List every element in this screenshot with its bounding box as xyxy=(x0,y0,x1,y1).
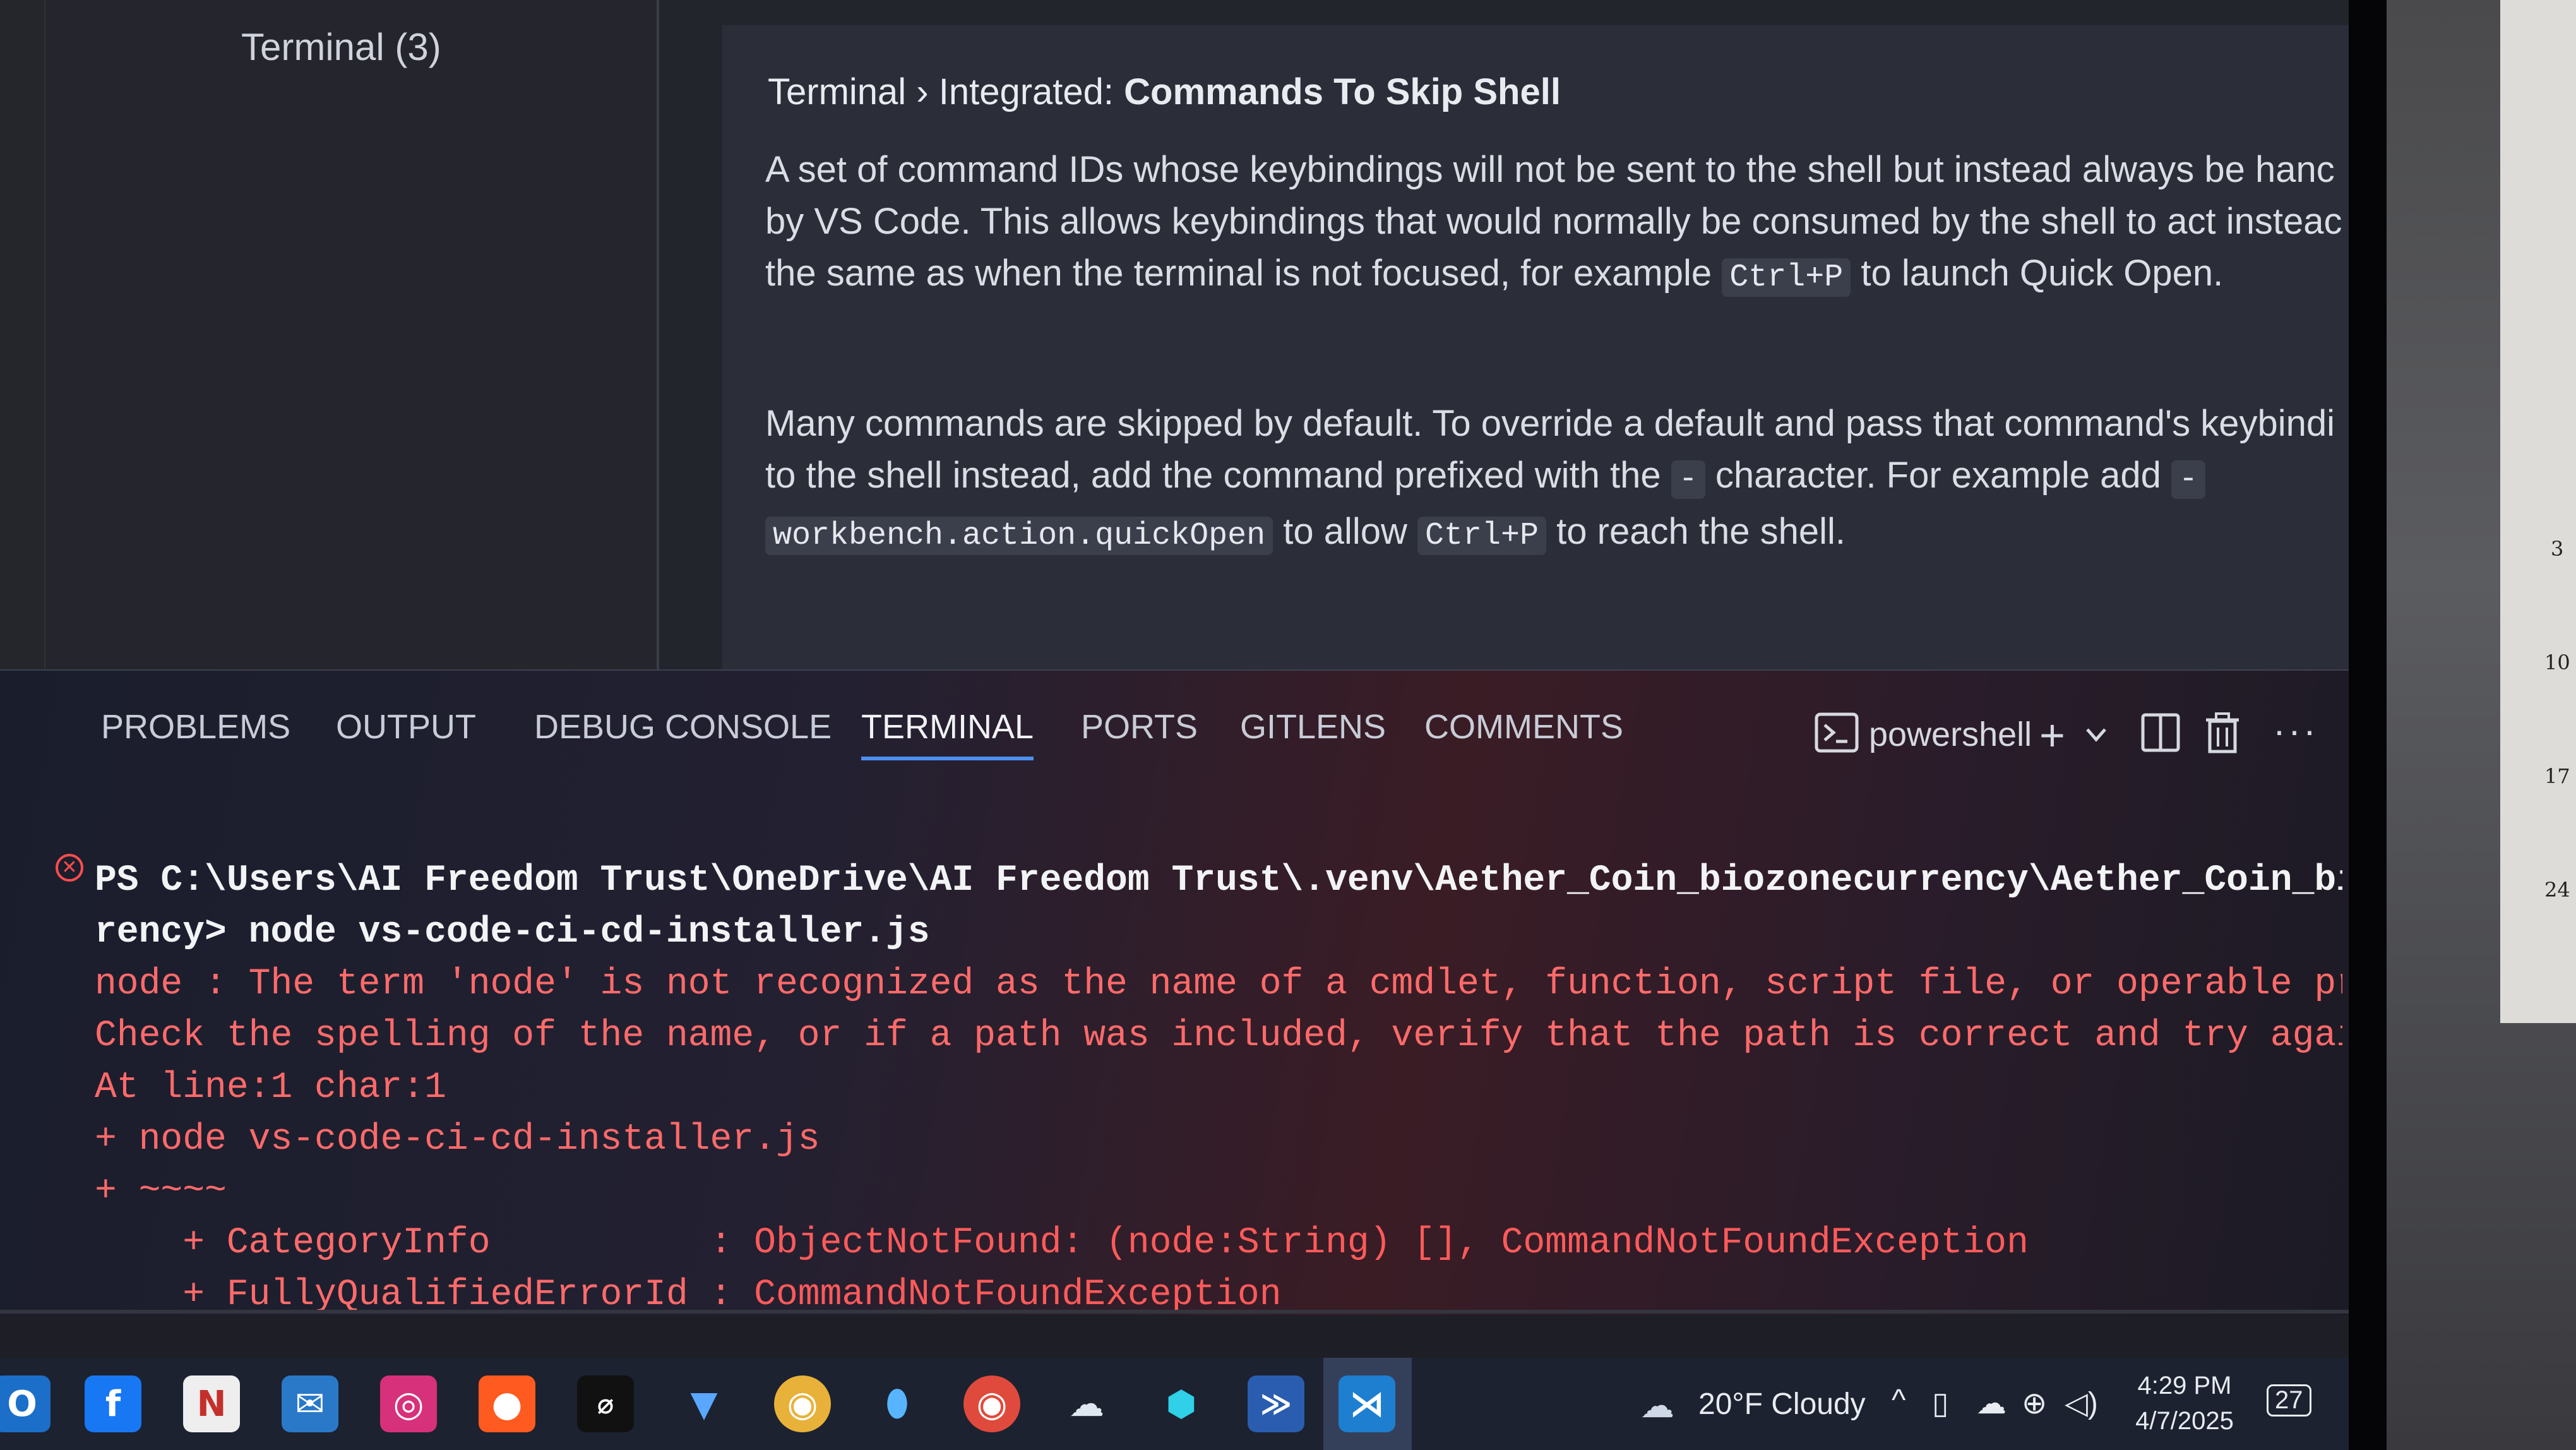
chrome-profile-icon[interactable]: ◉ xyxy=(963,1375,1020,1432)
notification-badge[interactable]: 27 xyxy=(2267,1384,2311,1417)
setting-description-2: Many commands are skipped by default. To… xyxy=(765,398,2349,562)
weather-text[interactable]: 20°F Cloudy xyxy=(1698,1387,1866,1422)
desc-text: to reach the shell. xyxy=(1546,511,1846,552)
desc-line: workbench.action.quickOpen to allow Ctrl… xyxy=(765,506,2349,562)
code-dash: - xyxy=(1671,460,1705,499)
new-terminal-icon[interactable]: + xyxy=(2039,710,2065,760)
desc-text: to the shell instead, add the command pr… xyxy=(765,455,1671,496)
calendar-number: 17 xyxy=(2544,764,2570,788)
outlook-icon[interactable]: O xyxy=(0,1375,51,1432)
onedrive-icon[interactable]: ☁ xyxy=(1976,1386,2007,1421)
bottom-panel: PROBLEMS OUTPUT DEBUG CONSOLE TERMINAL P… xyxy=(0,669,2349,1315)
trash-icon[interactable] xyxy=(2203,712,2241,762)
notion-icon[interactable]: N xyxy=(183,1375,240,1432)
terminal-line: rency> node vs-code-ci-cd-installer.js xyxy=(95,912,930,953)
terminal-text: ObjectNotFound: (node:String) [], Comman… xyxy=(754,1223,2029,1264)
reddit-icon[interactable]: ● xyxy=(479,1375,535,1432)
tab-gitlens[interactable]: GITLENS xyxy=(1240,707,1386,746)
desc-text: character. For example add xyxy=(1705,455,2172,496)
terminal-line: Check the spelling of the name, or if a … xyxy=(95,1016,2342,1057)
volume-icon[interactable]: ◁) xyxy=(2065,1386,2098,1421)
tab-terminal[interactable]: TERMINAL xyxy=(861,707,1034,760)
code-quickopen: workbench.action.quickOpen xyxy=(765,517,1273,555)
monitor-screen: Terminal (3) Terminal › Integrated: Comm… xyxy=(0,0,2349,1450)
code-dash: - xyxy=(2171,460,2206,499)
shell-label[interactable]: powershell xyxy=(1869,715,2032,754)
tab-debug-console[interactable]: DEBUG CONSOLE xyxy=(534,707,832,746)
clock[interactable]: 4:29 PM 4/7/2025 xyxy=(2128,1368,2241,1439)
maps-icon[interactable]: ⬮ xyxy=(869,1375,926,1432)
desc-text: to allow xyxy=(1273,511,1418,552)
tab-comments[interactable]: COMMENTS xyxy=(1424,707,1623,746)
terminal-text: + CategoryInfo : xyxy=(95,1223,754,1264)
terminal-output[interactable]: PS C:\Users\AI Freedom Trust\OneDrive\AI… xyxy=(95,803,2342,1425)
setting-title-prefix: Terminal › Integrated: xyxy=(768,71,1124,112)
tab-problems[interactable]: PROBLEMS xyxy=(101,707,290,746)
chrome-icon[interactable]: ◉ xyxy=(774,1375,831,1432)
setting-description: A set of command IDs whose keybindings w… xyxy=(765,144,2349,304)
instagram-icon[interactable]: ◎ xyxy=(380,1375,437,1432)
chevron-up-icon[interactable]: ^ xyxy=(1892,1383,1906,1418)
secondary-monitor: 3 10 17 24 xyxy=(2500,0,2576,1023)
activity-bar xyxy=(0,0,45,669)
setting-card xyxy=(722,25,2349,669)
terminal-line: At line:1 char:1 xyxy=(95,1067,446,1108)
outlook-mail-icon[interactable]: ✉ xyxy=(282,1375,338,1432)
facebook-icon[interactable]: f xyxy=(85,1375,141,1432)
calendar-number: 3 xyxy=(2551,537,2564,561)
status-divider xyxy=(0,1310,2349,1314)
monitor-bezel xyxy=(2349,0,2387,1450)
settings-toc: Terminal (3) xyxy=(45,0,659,669)
app-icon[interactable]: ⌀ xyxy=(577,1375,634,1432)
desc-line: by VS Code. This allows keybindings that… xyxy=(765,201,2342,242)
calendar-number: 10 xyxy=(2544,650,2570,674)
system-tray: ☁ 20°F Cloudy ^ ▯ ☁ ⊕ ◁) 4:29 PM 4/7/202… xyxy=(1635,1358,2349,1450)
error-decoration-icon[interactable]: ✕ xyxy=(56,854,83,882)
clock-date: 4/7/2025 xyxy=(2135,1407,2234,1435)
split-terminal-icon[interactable] xyxy=(2140,712,2181,761)
code-ctrl-p: Ctrl+P xyxy=(1417,517,1547,555)
setting-title: Terminal › Integrated: Commands To Skip … xyxy=(768,71,1561,113)
setting-title-name: Commands To Skip Shell xyxy=(1124,71,1561,112)
terminal-line: node : The term 'node' is not recognized… xyxy=(95,964,2342,1005)
vscode-icon[interactable]: ⋊ xyxy=(1339,1375,1395,1432)
network-icon[interactable]: ⊕ xyxy=(2022,1386,2047,1421)
powershell-icon[interactable]: ≫ xyxy=(1248,1375,1304,1432)
desc-line: to the shell instead, add the command pr… xyxy=(765,450,2349,506)
desc-text: to launch Quick Open. xyxy=(1851,253,2224,294)
cube-app-icon[interactable]: ⬢ xyxy=(1153,1375,1210,1432)
calendar-number: 24 xyxy=(2544,878,2570,902)
code-ctrl-p: Ctrl+P xyxy=(1722,258,1851,297)
desc-line: the same as when the terminal is not foc… xyxy=(765,248,2349,304)
more-actions-icon[interactable]: ··· xyxy=(2273,709,2318,752)
desc-text: the same as when the terminal is not foc… xyxy=(765,253,1722,294)
device-icon[interactable]: ▯ xyxy=(1932,1386,1948,1421)
desc-line: A set of command IDs whose keybindings w… xyxy=(765,149,2335,190)
terminal-line: + ~~~~ xyxy=(95,1171,227,1212)
cloud-app-icon[interactable]: ☁ xyxy=(1058,1375,1115,1432)
terminal-line: PS C:\Users\AI Freedom Trust\OneDrive\AI… xyxy=(95,860,2342,901)
clock-time: 4:29 PM xyxy=(2137,1372,2232,1399)
terminal-line: + CategoryInfo : ObjectNotFound: (node:S… xyxy=(95,1218,2342,1269)
terminal-profile-icon[interactable] xyxy=(1815,712,1859,761)
toc-item-terminal[interactable]: Terminal (3) xyxy=(241,25,441,69)
chevron-down-icon[interactable] xyxy=(2084,716,2109,755)
terminal-line: + node vs-code-ci-cd-installer.js xyxy=(95,1119,820,1160)
vivaldi-icon[interactable]: ▼ xyxy=(676,1375,732,1432)
tab-ports[interactable]: PORTS xyxy=(1081,707,1198,746)
tab-output[interactable]: OUTPUT xyxy=(336,707,476,746)
desc-line: Many commands are skipped by default. To… xyxy=(765,403,2335,444)
weather-icon[interactable]: ☁ xyxy=(1640,1386,1674,1425)
